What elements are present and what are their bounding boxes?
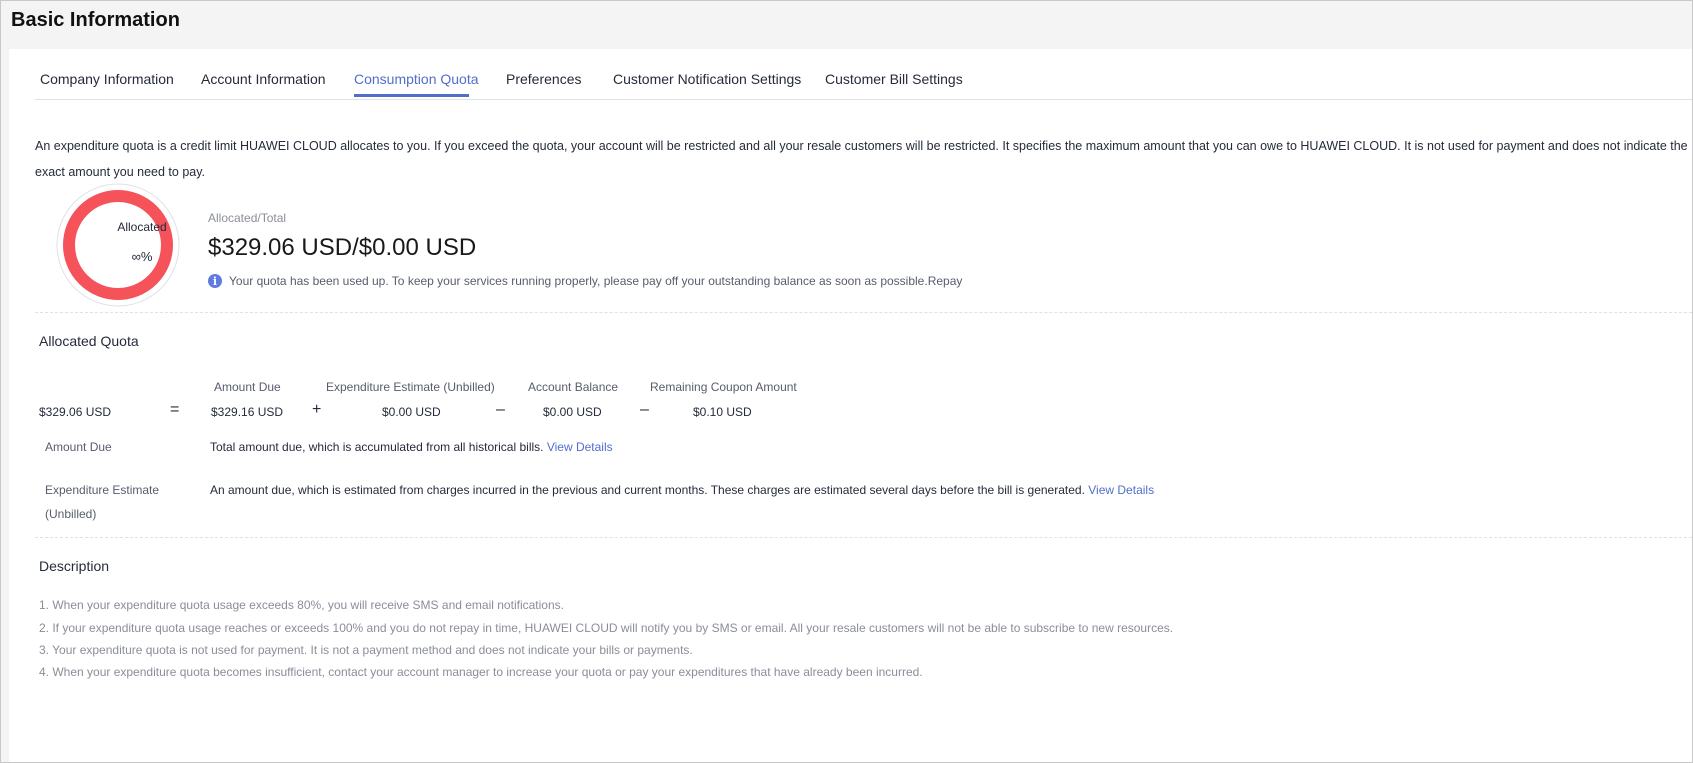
tab-customer-notification-settings[interactable]: Customer Notification Settings bbox=[613, 71, 801, 87]
allocated-total-caption: Allocated/Total bbox=[208, 211, 287, 225]
description-item: 1. When your expenditure quota usage exc… bbox=[39, 598, 564, 612]
section-divider bbox=[35, 312, 1692, 313]
tab-bar: Company Information Account Information … bbox=[35, 49, 1692, 100]
row-text-amount-due: Total amount due, which is accumulated f… bbox=[210, 435, 613, 459]
quota-warning-text: Your quota has been used up. To keep you… bbox=[229, 274, 928, 288]
allocated-quota-total: $329.06 USD bbox=[39, 405, 112, 419]
donut-value: ∞% bbox=[131, 249, 153, 264]
donut-outer-ring bbox=[56, 183, 180, 307]
allocated-total-amount: $329.06 USD/$0.00 USD bbox=[208, 234, 477, 261]
description-title: Description bbox=[39, 558, 110, 574]
view-details-link-expenditure-estimate[interactable]: View Details bbox=[1088, 483, 1154, 497]
donut-label: Allocated bbox=[117, 220, 167, 234]
header-amount-due: Amount Due bbox=[214, 380, 281, 394]
active-tab-indicator bbox=[354, 94, 469, 97]
row-text-expenditure-estimate: An amount due, which is estimated from c… bbox=[210, 478, 1154, 502]
tab-customer-bill-settings[interactable]: Customer Bill Settings bbox=[825, 71, 963, 87]
minus-sign-1: – bbox=[496, 401, 505, 418]
repay-link[interactable]: Repay bbox=[928, 274, 963, 288]
window-frame: Basic Information Company Information Ac… bbox=[0, 0, 1693, 763]
main-panel: Company Information Account Information … bbox=[9, 49, 1692, 762]
expenditure-estimate-explanation: An amount due, which is estimated from c… bbox=[210, 483, 1085, 497]
allocated-quota-title: Allocated Quota bbox=[39, 333, 139, 349]
header-remaining-coupon: Remaining Coupon Amount bbox=[650, 380, 797, 394]
description-item: 3. Your expenditure quota is not used fo… bbox=[39, 643, 693, 657]
value-account-balance: $0.00 USD bbox=[543, 405, 602, 419]
row-label-expenditure-estimate: Expenditure Estimate (Unbilled) bbox=[45, 483, 160, 521]
tab-consumption-quota[interactable]: Consumption Quota bbox=[354, 71, 479, 87]
value-remaining-coupon: $0.10 USD bbox=[693, 405, 752, 419]
minus-sign-2: – bbox=[640, 401, 649, 418]
view-details-link-amount-due[interactable]: View Details bbox=[547, 440, 613, 454]
info-icon: i bbox=[208, 274, 222, 288]
tab-preferences[interactable]: Preferences bbox=[506, 71, 581, 87]
amount-due-explanation: Total amount due, which is accumulated f… bbox=[210, 440, 544, 454]
value-amount-due: $329.16 USD bbox=[211, 405, 284, 419]
quota-usage-donut bbox=[56, 183, 180, 307]
tab-company-information[interactable]: Company Information bbox=[40, 71, 174, 87]
value-expenditure-estimate: $0.00 USD bbox=[382, 405, 441, 419]
quota-warning: i Your quota has been used up. To keep y… bbox=[208, 274, 962, 288]
header-account-balance: Account Balance bbox=[528, 380, 619, 394]
header-expenditure-estimate: Expenditure Estimate (Unbilled) bbox=[326, 380, 495, 394]
row-label-amount-due: Amount Due bbox=[45, 440, 112, 454]
donut-usage-arc bbox=[63, 190, 173, 300]
description-item: 4. When your expenditure quota becomes i… bbox=[39, 665, 923, 679]
page-title: Basic Information bbox=[11, 9, 180, 31]
section-divider bbox=[35, 537, 1692, 538]
tab-account-information[interactable]: Account Information bbox=[201, 71, 326, 87]
plus-sign: + bbox=[312, 401, 322, 418]
description-item: 2. If your expenditure quota usage reach… bbox=[39, 621, 1174, 635]
equals-sign: = bbox=[170, 401, 180, 418]
quota-intro-text: An expenditure quota is a credit limit H… bbox=[35, 139, 1688, 179]
